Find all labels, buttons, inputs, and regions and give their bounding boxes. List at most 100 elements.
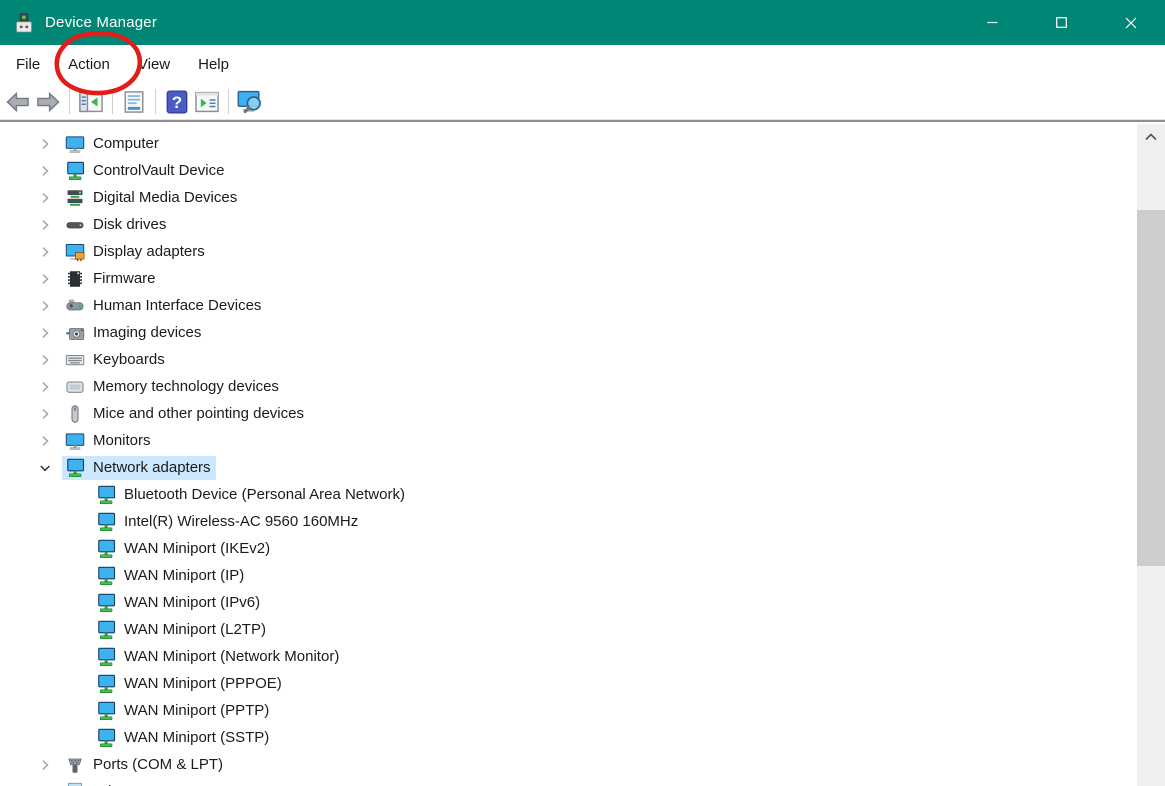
tree-item-wan-miniport-pptp[interactable]: WAN Miniport (PPTP)	[0, 697, 1137, 724]
scan-for-hardware-changes-button[interactable]	[235, 87, 265, 117]
tree-item-ports-com-lpt[interactable]: Ports (COM & LPT)	[0, 751, 1137, 778]
tree-expander[interactable]	[37, 433, 53, 449]
network-adapter-icon	[95, 728, 117, 748]
tree-item-content[interactable]: Digital Media Devices	[62, 186, 242, 210]
tree-item-content[interactable]: Ports (COM & LPT)	[62, 753, 228, 777]
tree-expander[interactable]	[37, 325, 53, 341]
tree-item-content[interactable]: Imaging devices	[62, 321, 206, 345]
tree-item-print-queues[interactable]: Print queues	[0, 778, 1137, 786]
tree-expander[interactable]	[37, 217, 53, 233]
serial-port-icon	[64, 755, 86, 775]
tree-item-disk-drives[interactable]: Disk drives	[0, 211, 1137, 238]
tree-item-controlvault-device[interactable]: ControlVault Device	[0, 157, 1137, 184]
tree-expander[interactable]	[37, 406, 53, 422]
chevron-up-icon	[1144, 133, 1158, 141]
menu-action[interactable]: Action	[54, 50, 124, 79]
tree-item-computer[interactable]: Computer	[0, 130, 1137, 157]
tree-item-content[interactable]: Bluetooth Device (Personal Area Network)	[93, 483, 410, 507]
tree-item-content[interactable]: Monitors	[62, 429, 156, 453]
serial-port-icon	[64, 755, 86, 775]
scrollbar-thumb[interactable]	[1137, 210, 1165, 566]
menu-view[interactable]: View	[124, 50, 184, 79]
tree-item-content[interactable]: ControlVault Device	[62, 159, 229, 183]
tree-item-wan-miniport-pppoe[interactable]: WAN Miniport (PPPOE)	[0, 670, 1137, 697]
tree-item-memory-technology-devices[interactable]: Memory technology devices	[0, 373, 1137, 400]
tree-expander[interactable]	[37, 379, 53, 395]
tree-item-content[interactable]: Display adapters	[62, 240, 210, 264]
scroll-up-button[interactable]	[1137, 124, 1165, 150]
tree-expander[interactable]	[37, 298, 53, 314]
tree-item-content[interactable]: Intel(R) Wireless-AC 9560 160MHz	[93, 510, 363, 534]
disk-drive-icon	[64, 215, 86, 235]
device-manager-window: Device Manager FileActionViewHelp ? Comp…	[0, 0, 1165, 786]
svg-text:?: ?	[172, 92, 182, 111]
vertical-scrollbar[interactable]	[1137, 124, 1165, 786]
tree-item-firmware[interactable]: Firmware	[0, 265, 1137, 292]
tree-item-wan-miniport-sstp[interactable]: WAN Miniport (SSTP)	[0, 724, 1137, 751]
tree-item-monitors[interactable]: Monitors	[0, 427, 1137, 454]
show-hide-console-tree-button[interactable]	[76, 87, 106, 117]
tree-item-content[interactable]: Human Interface Devices	[62, 294, 266, 318]
tree-item-content[interactable]: Disk drives	[62, 213, 171, 237]
printer-icon	[64, 782, 86, 786]
properties-button[interactable]	[119, 87, 149, 117]
tree-item-bluetooth-device-personal-area-network[interactable]: Bluetooth Device (Personal Area Network)	[0, 481, 1137, 508]
tree-item-content[interactable]: WAN Miniport (IP)	[93, 564, 249, 588]
hid-icon	[64, 296, 86, 316]
tree-item-content[interactable]: Computer	[62, 132, 164, 156]
tree-item-wan-miniport-network-monitor[interactable]: WAN Miniport (Network Monitor)	[0, 643, 1137, 670]
tree-expander[interactable]	[37, 757, 53, 773]
back-icon	[5, 89, 31, 115]
tree-item-content[interactable]: Firmware	[62, 267, 161, 291]
menu-help[interactable]: Help	[184, 50, 243, 79]
network-adapter-icon	[64, 458, 86, 478]
tree-item-network-adapters[interactable]: Network adapters	[0, 454, 1137, 481]
tree-item-wan-miniport-ip[interactable]: WAN Miniport (IP)	[0, 562, 1137, 589]
tree-item-content[interactable]: Mice and other pointing devices	[62, 402, 309, 426]
tree-item-label: Monitors	[93, 432, 151, 449]
close-button[interactable]	[1096, 0, 1165, 45]
tree-item-content[interactable]: WAN Miniport (Network Monitor)	[93, 645, 344, 669]
tree-item-content[interactable]: Memory technology devices	[62, 375, 284, 399]
tree-item-content[interactable]: WAN Miniport (PPPOE)	[93, 672, 287, 696]
chevron-right-icon	[37, 757, 53, 773]
help-button[interactable]: ?	[162, 87, 192, 117]
tree-expander[interactable]	[37, 460, 53, 476]
tree-item-imaging-devices[interactable]: Imaging devices	[0, 319, 1137, 346]
tree-expander[interactable]	[37, 352, 53, 368]
tree-item-digital-media-devices[interactable]: Digital Media Devices	[0, 184, 1137, 211]
menu-file[interactable]: File	[2, 50, 54, 79]
tree-item-wan-miniport-l2tp[interactable]: WAN Miniport (L2TP)	[0, 616, 1137, 643]
network-adapter-icon	[95, 566, 117, 586]
maximize-button[interactable]	[1027, 0, 1096, 45]
tree-item-content[interactable]: Network adapters	[62, 456, 216, 480]
properties-icon	[121, 89, 147, 115]
tree-expander[interactable]	[37, 190, 53, 206]
tree-item-mice-and-other-pointing-devices[interactable]: Mice and other pointing devices	[0, 400, 1137, 427]
tree-item-display-adapters[interactable]: Display adapters	[0, 238, 1137, 265]
tree-item-content[interactable]: WAN Miniport (PPTP)	[93, 699, 274, 723]
tree-expander[interactable]	[37, 136, 53, 152]
tree-item-wan-miniport-ikev2[interactable]: WAN Miniport (IKEv2)	[0, 535, 1137, 562]
tree-item-intel-r-wireless-ac-9560-160mhz[interactable]: Intel(R) Wireless-AC 9560 160MHz	[0, 508, 1137, 535]
device-tree: Computer ControlVault Device Digital Media…	[0, 124, 1137, 786]
show-console-tree-icon	[78, 89, 104, 115]
tree-item-human-interface-devices[interactable]: Human Interface Devices	[0, 292, 1137, 319]
minimize-button[interactable]	[958, 0, 1027, 45]
show-hide-action-pane-button[interactable]	[192, 87, 222, 117]
forward-button[interactable]	[33, 87, 63, 117]
tree-item-content[interactable]: Keyboards	[62, 348, 170, 372]
tree-item-content[interactable]: WAN Miniport (IKEv2)	[93, 537, 275, 561]
tree-item-keyboards[interactable]: Keyboards	[0, 346, 1137, 373]
tree-expander[interactable]	[37, 163, 53, 179]
tree-item-content[interactable]: Print queues	[62, 780, 182, 786]
tree-expander[interactable]	[37, 244, 53, 260]
imaging-device-icon	[64, 323, 86, 343]
tree-item-wan-miniport-ipv6[interactable]: WAN Miniport (IPv6)	[0, 589, 1137, 616]
chevron-right-icon	[37, 217, 53, 233]
tree-item-content[interactable]: WAN Miniport (SSTP)	[93, 726, 274, 750]
tree-item-content[interactable]: WAN Miniport (L2TP)	[93, 618, 271, 642]
tree-item-content[interactable]: WAN Miniport (IPv6)	[93, 591, 265, 615]
tree-expander[interactable]	[37, 271, 53, 287]
back-button[interactable]	[3, 87, 33, 117]
